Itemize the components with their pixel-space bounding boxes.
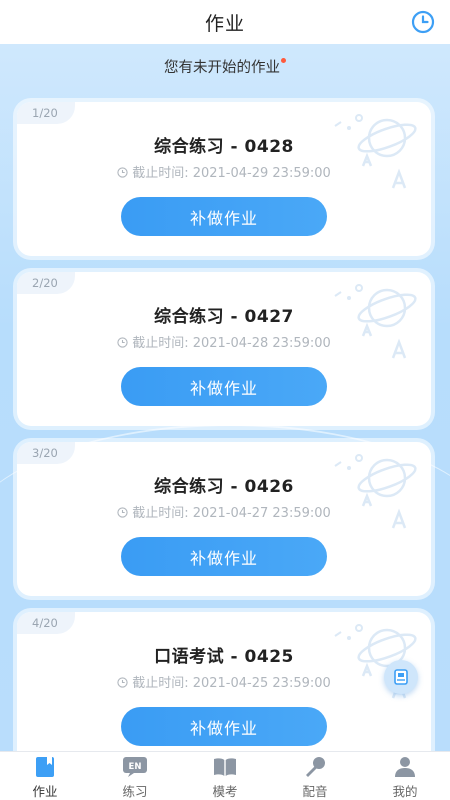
redo-homework-button[interactable]: 补做作业 xyxy=(121,707,327,746)
notebook-icon xyxy=(394,669,408,685)
tab-homework[interactable]: 作业 xyxy=(0,752,90,800)
redo-homework-button[interactable]: 补做作业 xyxy=(121,537,327,576)
card-index: 3/20 xyxy=(17,442,75,464)
tab-label: 练习 xyxy=(122,784,148,799)
top-bar: 作业 xyxy=(0,0,450,44)
deadline-text: 截止时间: 2021-04-25 23:59:00 xyxy=(132,676,331,691)
page-title: 作业 xyxy=(204,12,245,35)
planet-decoration-icon xyxy=(334,284,417,359)
card-title: 综合练习 - 0428 xyxy=(154,137,294,157)
homework-icon xyxy=(32,756,58,778)
tab-dubbing[interactable]: 配音 xyxy=(270,752,360,800)
card-title: 口语考试 - 0425 xyxy=(154,647,294,667)
redo-homework-button[interactable]: 补做作业 xyxy=(121,197,327,236)
card-index: 4/20 xyxy=(17,612,75,634)
bottom-tab-bar: 作业 EN 练习 模考 配音 我的 xyxy=(0,751,450,800)
en-practice-icon: EN xyxy=(122,756,148,778)
book-icon xyxy=(212,756,238,778)
tab-mock-exam[interactable]: 模考 xyxy=(180,752,270,800)
redo-homework-button[interactable]: 补做作业 xyxy=(121,367,327,406)
tab-mine[interactable]: 我的 xyxy=(360,752,450,800)
user-icon xyxy=(392,756,418,778)
notebook-float-button[interactable] xyxy=(384,660,418,694)
tab-label: 我的 xyxy=(392,784,418,799)
notice-dot xyxy=(281,58,286,63)
homework-card: 3/20 综合练习 - 0426 截止时间: 2021-04-27 23:59:… xyxy=(17,442,431,596)
homework-card: 2/20 综合练习 - 0427 截止时间: 2021-04-28 23:59:… xyxy=(17,272,431,426)
card-deadline: 截止时间: 2021-04-27 23:59:00 xyxy=(17,502,431,521)
card-title: 综合练习 - 0426 xyxy=(154,477,294,497)
clock-icon xyxy=(117,677,128,688)
planet-decoration-icon xyxy=(334,454,417,529)
card-deadline: 截止时间: 2021-04-28 23:59:00 xyxy=(17,332,431,351)
tab-label: 配音 xyxy=(302,784,328,799)
notice-banner: 您有未开始的作业 xyxy=(0,56,450,77)
deadline-text: 截止时间: 2021-04-27 23:59:00 xyxy=(132,506,331,521)
card-deadline: 截止时间: 2021-04-29 23:59:00 xyxy=(17,162,431,181)
clock-icon xyxy=(117,507,128,518)
notice-text: 您有未开始的作业 xyxy=(164,60,280,76)
microphone-icon xyxy=(302,756,328,778)
deadline-text: 截止时间: 2021-04-29 23:59:00 xyxy=(132,166,331,181)
homework-list[interactable]: 您有未开始的作业 1/20 综合练习 - 0428 截止时间: 2021-04-… xyxy=(0,44,450,752)
planet-decoration-icon xyxy=(334,114,417,189)
card-index: 2/20 xyxy=(17,272,75,294)
tab-label: 作业 xyxy=(32,784,58,799)
homework-card: 1/20 综合练习 - 0428 截止时间: 2021-04-29 23:59:… xyxy=(17,102,431,256)
svg-text:EN: EN xyxy=(129,762,142,772)
card-index: 1/20 xyxy=(17,102,75,124)
card-title: 综合练习 - 0427 xyxy=(154,307,294,327)
deadline-text: 截止时间: 2021-04-28 23:59:00 xyxy=(132,336,331,351)
tab-practice[interactable]: EN 练习 xyxy=(90,752,180,800)
clock-icon[interactable] xyxy=(410,9,436,35)
clock-icon xyxy=(117,167,128,178)
card-deadline: 截止时间: 2021-04-25 23:59:00 xyxy=(17,672,431,691)
homework-card: 4/20 口语考试 - 0425 截止时间: 2021-04-25 23:59:… xyxy=(17,612,431,752)
tab-label: 模考 xyxy=(212,784,238,799)
clock-icon xyxy=(117,337,128,348)
